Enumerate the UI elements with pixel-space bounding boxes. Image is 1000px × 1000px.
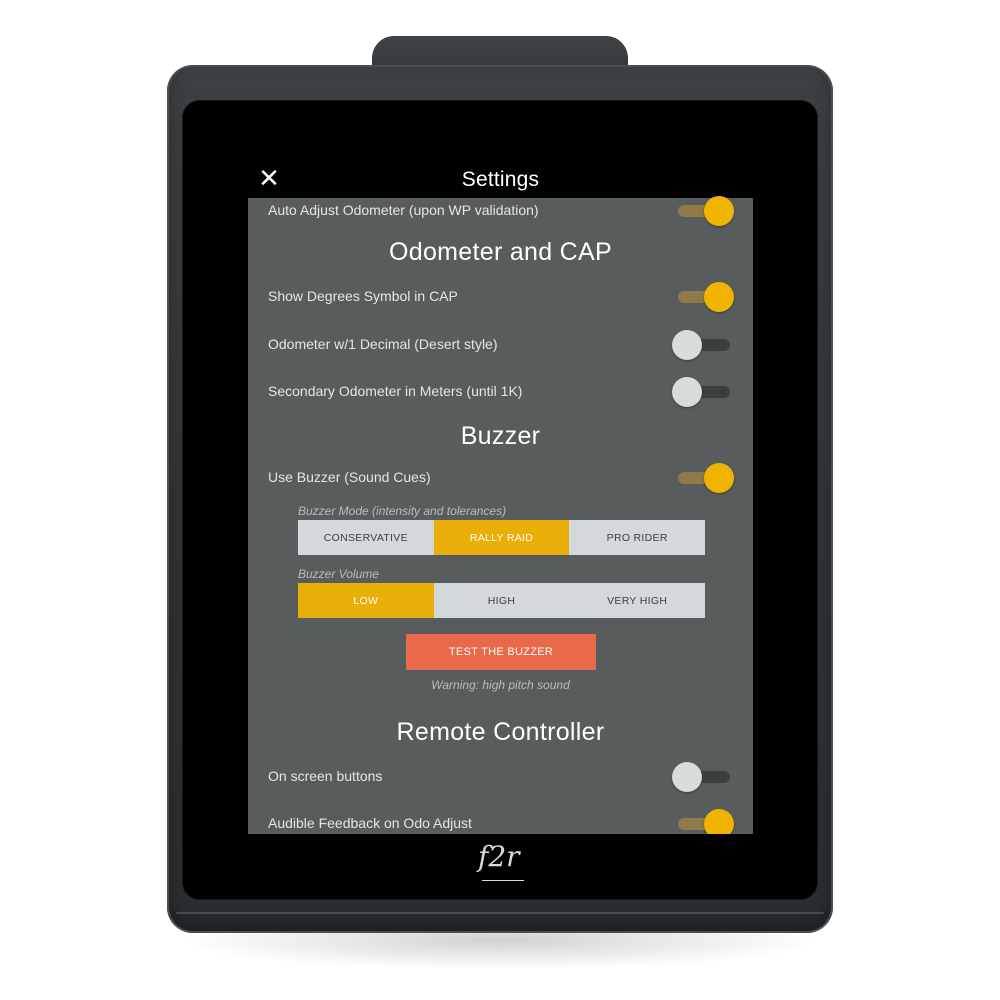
logo-underline	[482, 880, 524, 881]
setting-row-audible-feedback: Audible Feedback on Odo Adjust	[248, 809, 753, 834]
buzzer-volume-caption: Buzzer Volume	[298, 567, 379, 581]
setting-label: Audible Feedback on Odo Adjust	[268, 815, 472, 831]
setting-label: Use Buzzer (Sound Cues)	[268, 469, 431, 485]
buzzer-volume-selector: LOW HIGH VERY HIGH	[298, 583, 706, 618]
test-buzzer-button[interactable]: TEST THE BUZZER	[406, 634, 596, 670]
setting-row-use-buzzer: Use Buzzer (Sound Cues)	[248, 463, 753, 493]
page-title: Settings	[461, 168, 540, 191]
toggle-knob	[672, 330, 702, 360]
section-heading-odometer: Odometer and CAP	[389, 238, 612, 266]
buzzer-mode-option-conservative[interactable]: CONSERVATIVE	[298, 520, 434, 555]
buzzer-warning: Warning: high pitch sound	[431, 678, 570, 692]
section-heading-buzzer: Buzzer	[460, 422, 541, 450]
title-bar: ✕ Settings	[248, 162, 753, 198]
on-screen-buttons-toggle[interactable]	[672, 762, 736, 792]
setting-label: Auto Adjust Odometer (upon WP validation…	[268, 202, 539, 218]
buzzer-volume-option-very-high[interactable]: VERY HIGH	[569, 583, 706, 618]
setting-row-secondary-odometer: Secondary Odometer in Meters (until 1K)	[248, 377, 753, 407]
buzzer-volume-option-high[interactable]: HIGH	[433, 583, 570, 618]
secondary-odometer-toggle[interactable]	[672, 377, 736, 407]
auto-adjust-toggle[interactable]	[672, 196, 736, 226]
setting-label: Odometer w/1 Decimal (Desert style)	[268, 336, 498, 352]
setting-label: Secondary Odometer in Meters (until 1K)	[268, 383, 523, 399]
odometer-decimal-toggle[interactable]	[672, 330, 736, 360]
settings-screen: ✕ Settings Auto Adjust Odometer (upon WP…	[248, 162, 753, 834]
buzzer-volume-option-low[interactable]: LOW	[298, 583, 434, 618]
buzzer-mode-option-rally-raid[interactable]: RALLY RAID	[433, 520, 570, 555]
toggle-knob	[704, 196, 734, 226]
toggle-knob	[704, 282, 734, 312]
toggle-knob	[704, 463, 734, 493]
toggle-knob	[672, 762, 702, 792]
toggle-knob	[672, 377, 702, 407]
setting-label: Show Degrees Symbol in CAP	[268, 288, 458, 304]
device-seam	[176, 912, 824, 914]
buzzer-mode-option-pro-rider[interactable]: PRO RIDER	[569, 520, 706, 555]
toggle-knob	[704, 809, 734, 834]
section-heading-remote: Remote Controller	[396, 718, 605, 746]
setting-row-auto-adjust: Auto Adjust Odometer (upon WP validation…	[248, 196, 753, 226]
setting-row-on-screen-buttons: On screen buttons	[248, 762, 753, 792]
setting-row-odometer-decimal: Odometer w/1 Decimal (Desert style)	[248, 330, 753, 360]
setting-row-show-degrees: Show Degrees Symbol in CAP	[248, 282, 753, 312]
audible-feedback-toggle[interactable]	[672, 809, 736, 834]
f2r-logo: f2r	[478, 840, 520, 873]
buzzer-mode-selector: CONSERVATIVE RALLY RAID PRO RIDER	[298, 520, 706, 555]
use-buzzer-toggle[interactable]	[672, 463, 736, 493]
setting-label: On screen buttons	[268, 768, 383, 784]
buzzer-mode-caption: Buzzer Mode (intensity and tolerances)	[298, 504, 507, 518]
show-degrees-toggle[interactable]	[672, 282, 736, 312]
